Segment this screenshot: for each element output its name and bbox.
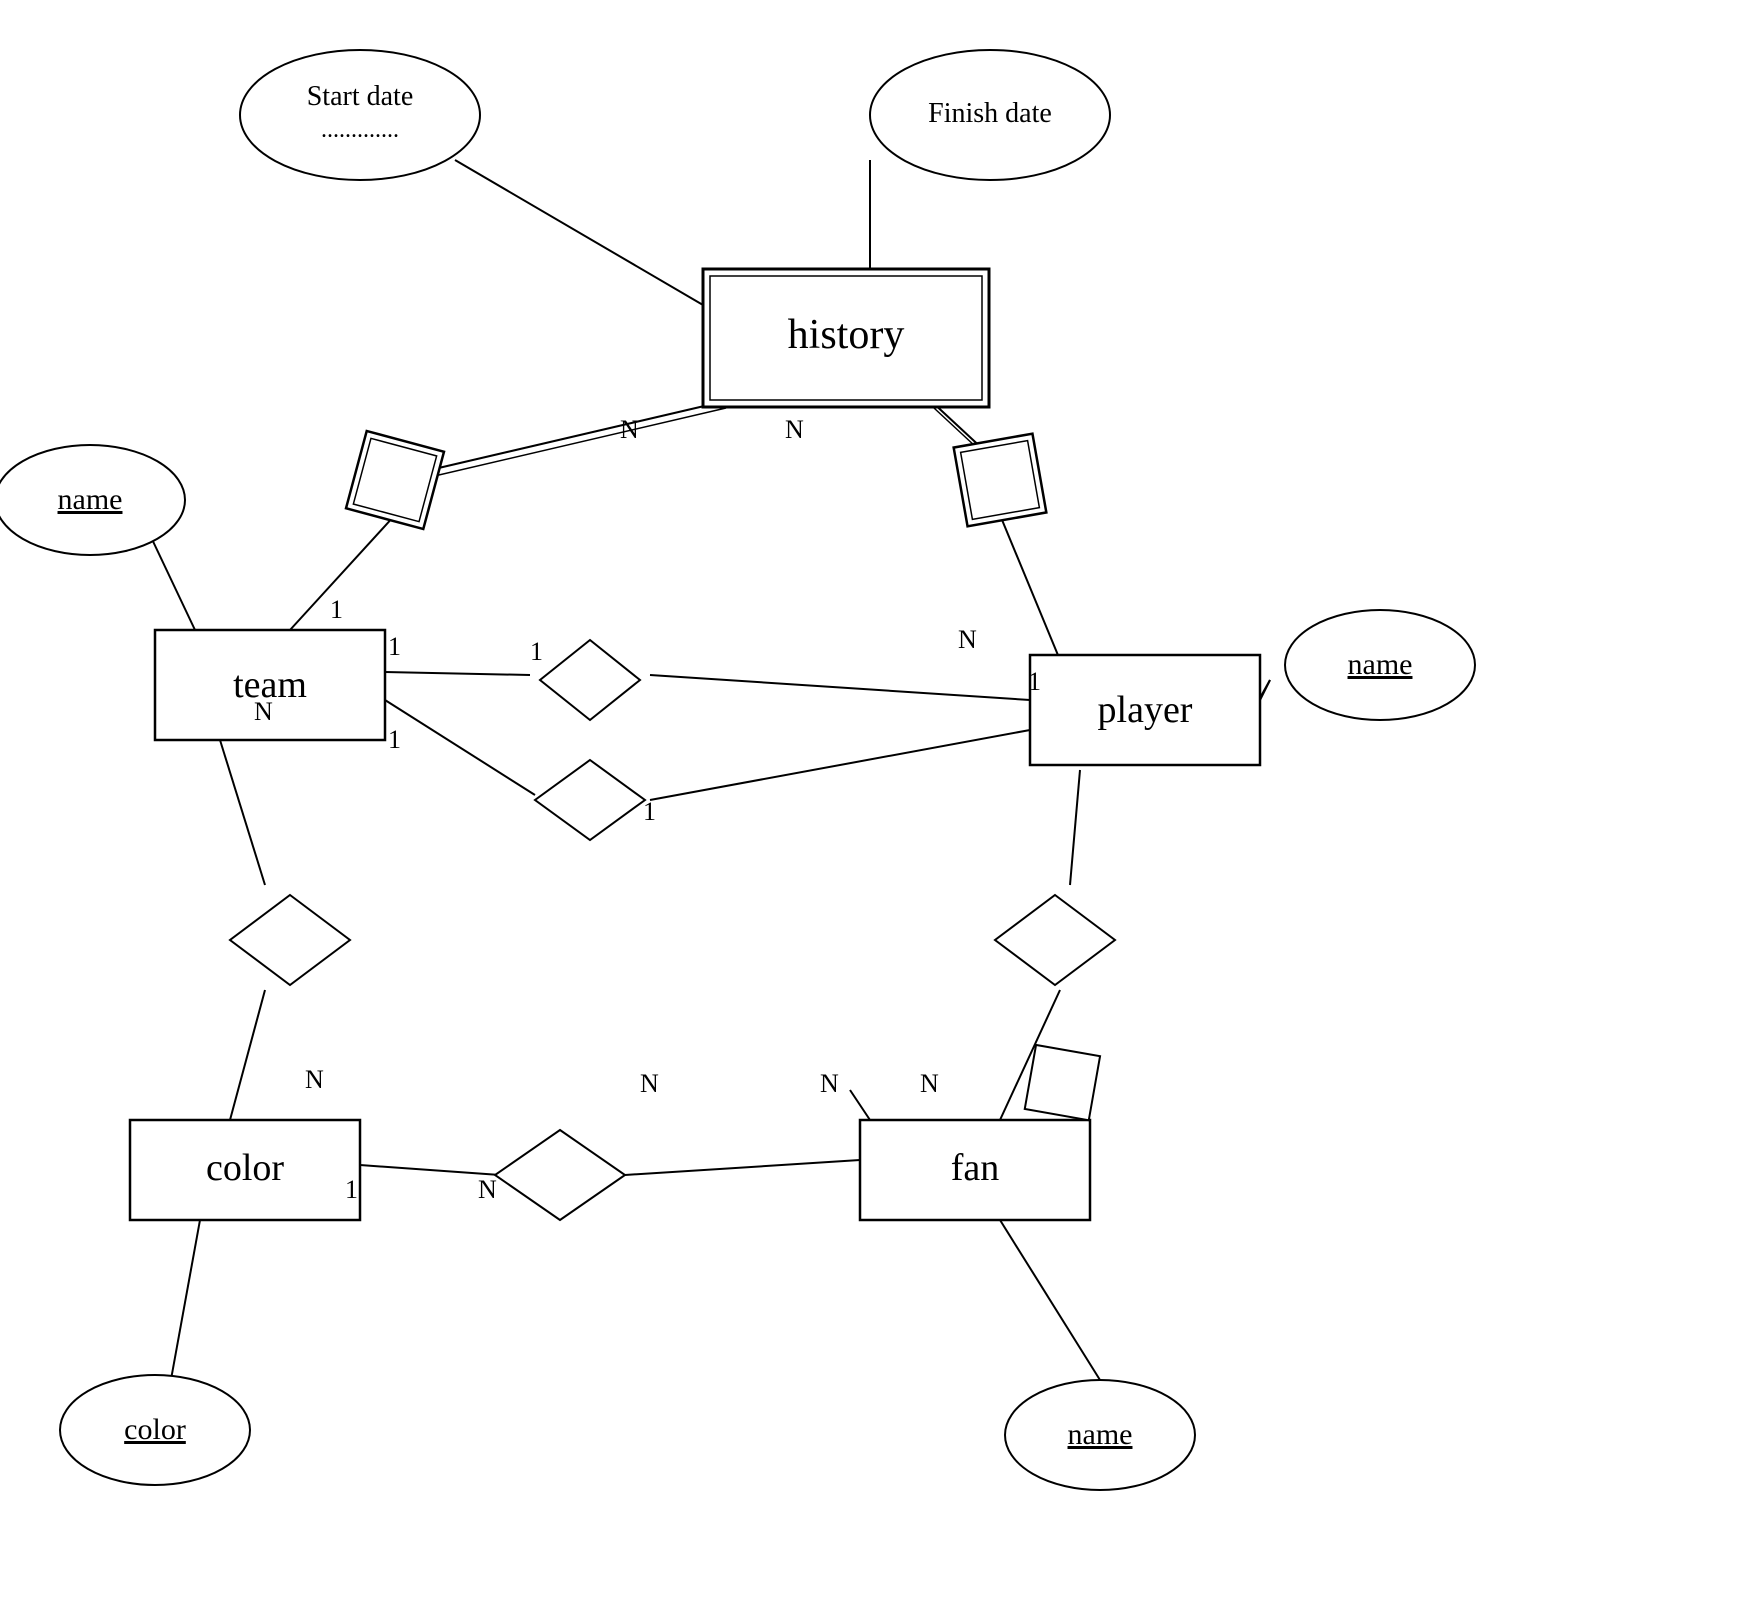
svg-text:.............: ............. <box>321 117 399 143</box>
svg-text:name: name <box>58 483 123 516</box>
svg-text:Finish date: Finish date <box>928 98 1052 129</box>
entity-color-label: color <box>206 1147 284 1189</box>
cardinality-history-left-N: N <box>620 415 639 444</box>
card-player-N: N <box>958 625 977 654</box>
svg-text:color: color <box>124 1413 186 1446</box>
card-rel1-left: 1 <box>530 637 543 666</box>
card-team-1b: 1 <box>388 632 401 661</box>
rel-history-player <box>954 434 1047 527</box>
svg-text:name: name <box>1068 1418 1133 1451</box>
attr-color: color <box>60 1375 250 1485</box>
card-color-fan-N: N <box>478 1175 497 1204</box>
entity-history: history <box>703 269 989 407</box>
cardinality-history-right-N: N <box>785 415 804 444</box>
attr-player-name: name <box>1285 610 1475 720</box>
card-team-1c: 1 <box>388 725 401 754</box>
card-team-N: N <box>254 697 273 726</box>
entity-fan: fan <box>860 1120 1090 1220</box>
card-team-1a: 1 <box>330 595 343 624</box>
card-fan-N-right: N <box>820 1069 839 1098</box>
svg-text:name: name <box>1348 648 1413 681</box>
er-diagram: history team player color fan Start date… <box>0 0 1738 1604</box>
card-color-N: N <box>305 1065 324 1094</box>
card-rel2-right: 1 <box>643 797 656 826</box>
entity-history-label: history <box>788 312 905 358</box>
entity-color: color <box>130 1120 360 1220</box>
card-fan-N-up: N <box>920 1069 939 1098</box>
card-color-1: 1 <box>345 1175 358 1204</box>
attr-start-date: Start date ............. <box>240 50 480 180</box>
card-player-1: 1 <box>1028 667 1041 696</box>
card-fan-N-left: N <box>640 1069 659 1098</box>
entity-player: player <box>1030 655 1260 765</box>
attr-fan-name: name <box>1005 1380 1195 1490</box>
entity-fan-label: fan <box>951 1147 1000 1189</box>
entity-player-label: player <box>1098 689 1193 731</box>
rel-fan-extra <box>1025 1045 1100 1120</box>
attr-finish-date: Finish date <box>870 50 1110 180</box>
svg-text:Start date: Start date <box>307 81 414 112</box>
attr-team-name: name <box>0 445 185 555</box>
